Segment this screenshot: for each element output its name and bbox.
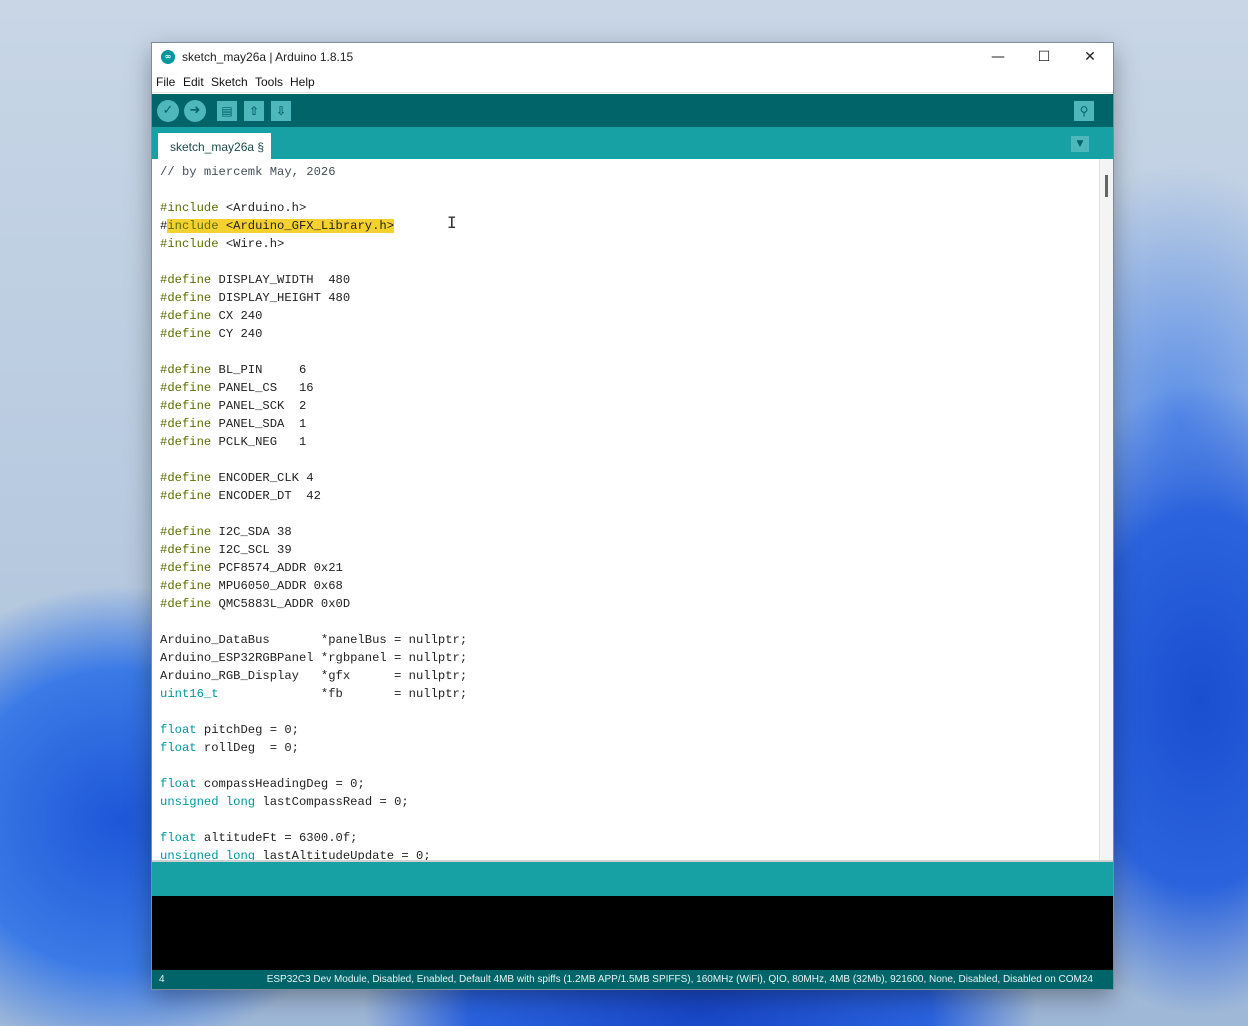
title-bar[interactable]: ∞ sketch_may26a | Arduino 1.8.15 — ☐ ✕ [152,43,1113,72]
serial-monitor-button[interactable]: ⚲ [1074,101,1094,121]
tab-bar: sketch_may26a § ▼ [152,127,1113,159]
new-sketch-button[interactable]: ▤ [217,101,237,121]
verify-button[interactable]: ✓ [157,100,179,122]
menu-sketch[interactable]: Sketch [211,75,248,89]
code-line[interactable] [160,505,467,523]
code-line[interactable]: #define CY 240 [160,325,467,343]
code-line[interactable]: // by miercemk May, 2026 [160,163,467,181]
code-line[interactable]: #include <Wire.h> [160,235,467,253]
code-line[interactable]: float pitchDeg = 0; [160,721,467,739]
code-text[interactable]: // by miercemk May, 2026 #include <Ardui… [160,163,467,862]
code-line[interactable]: #define BL_PIN 6 [160,361,467,379]
code-line[interactable]: #define QMC5883L_ADDR 0x0D [160,595,467,613]
menu-file[interactable]: File [156,75,175,89]
code-line[interactable]: float rollDeg = 0; [160,739,467,757]
code-line[interactable]: #define PANEL_SDA 1 [160,415,467,433]
code-line[interactable]: #define PANEL_SCK 2 [160,397,467,415]
open-sketch-button[interactable]: ⇧ [244,101,264,121]
code-line[interactable]: #define PCF8574_ADDR 0x21 [160,559,467,577]
scrollbar-thumb[interactable] [1105,175,1108,197]
text-cursor-icon: I [447,213,457,232]
code-line[interactable] [160,613,467,631]
code-line[interactable] [160,181,467,199]
code-line[interactable]: float altitudeFt = 6300.0f; [160,829,467,847]
code-editor[interactable]: // by miercemk May, 2026 #include <Ardui… [152,159,1113,862]
menu-tools[interactable]: Tools [255,75,283,89]
board-info: ESP32C3 Dev Module, Disabled, Enabled, D… [266,974,1093,985]
toolbar: ✓ ➜ ▤ ⇧ ⇩ ⚲ [152,94,1113,127]
code-line[interactable]: #define DISPLAY_HEIGHT 480 [160,289,467,307]
code-line[interactable]: #define PANEL_CS 16 [160,379,467,397]
save-sketch-button[interactable]: ⇩ [271,101,291,121]
code-line[interactable] [160,757,467,775]
line-number: 4 [159,974,165,985]
close-button[interactable]: ✕ [1067,43,1113,72]
code-line[interactable]: #define I2C_SDA 38 [160,523,467,541]
tab-menu-button[interactable]: ▼ [1071,136,1089,152]
code-line[interactable]: #define ENCODER_DT 42 [160,487,467,505]
code-line[interactable]: #define ENCODER_CLK 4 [160,469,467,487]
window-title: sketch_may26a | Arduino 1.8.15 [182,50,354,64]
arduino-ide-window: ∞ sketch_may26a | Arduino 1.8.15 — ☐ ✕ F… [152,43,1113,989]
code-line[interactable]: #include <Arduino.h> [160,199,467,217]
upload-button[interactable]: ➜ [184,100,206,122]
code-line[interactable]: #define MPU6050_ADDR 0x68 [160,577,467,595]
menu-edit[interactable]: Edit [183,75,204,89]
code-line[interactable]: #include <Arduino_GFX_Library.h> [160,217,467,235]
code-line[interactable] [160,811,467,829]
code-line[interactable]: unsigned long lastCompassRead = 0; [160,793,467,811]
code-line[interactable]: Arduino_RGB_Display *gfx = nullptr; [160,667,467,685]
code-line[interactable]: #define DISPLAY_WIDTH 480 [160,271,467,289]
arduino-icon: ∞ [161,50,175,64]
code-line[interactable]: #define PCLK_NEG 1 [160,433,467,451]
output-console[interactable] [152,896,1113,970]
vertical-scrollbar[interactable] [1099,159,1113,862]
menu-help[interactable]: Help [290,75,315,89]
footer-status-bar: 4 ESP32C3 Dev Module, Disabled, Enabled,… [152,970,1113,989]
tab-sketch-may26a[interactable]: sketch_may26a § [158,133,272,159]
minimize-button[interactable]: — [975,43,1021,72]
code-line[interactable]: #define I2C_SCL 39 [160,541,467,559]
code-line[interactable] [160,253,467,271]
code-line[interactable]: float compassHeadingDeg = 0; [160,775,467,793]
code-line[interactable]: Arduino_ESP32RGBPanel *rgbpanel = nullpt… [160,649,467,667]
code-line[interactable] [160,343,467,361]
code-line[interactable] [160,703,467,721]
maximize-button[interactable]: ☐ [1021,43,1067,72]
code-line[interactable]: uint16_t *fb = nullptr; [160,685,467,703]
message-status-bar [152,862,1113,896]
menu-bar: File Edit Sketch Tools Help [152,72,1113,93]
code-line[interactable] [160,451,467,469]
code-line[interactable]: #define CX 240 [160,307,467,325]
code-line[interactable]: Arduino_DataBus *panelBus = nullptr; [160,631,467,649]
